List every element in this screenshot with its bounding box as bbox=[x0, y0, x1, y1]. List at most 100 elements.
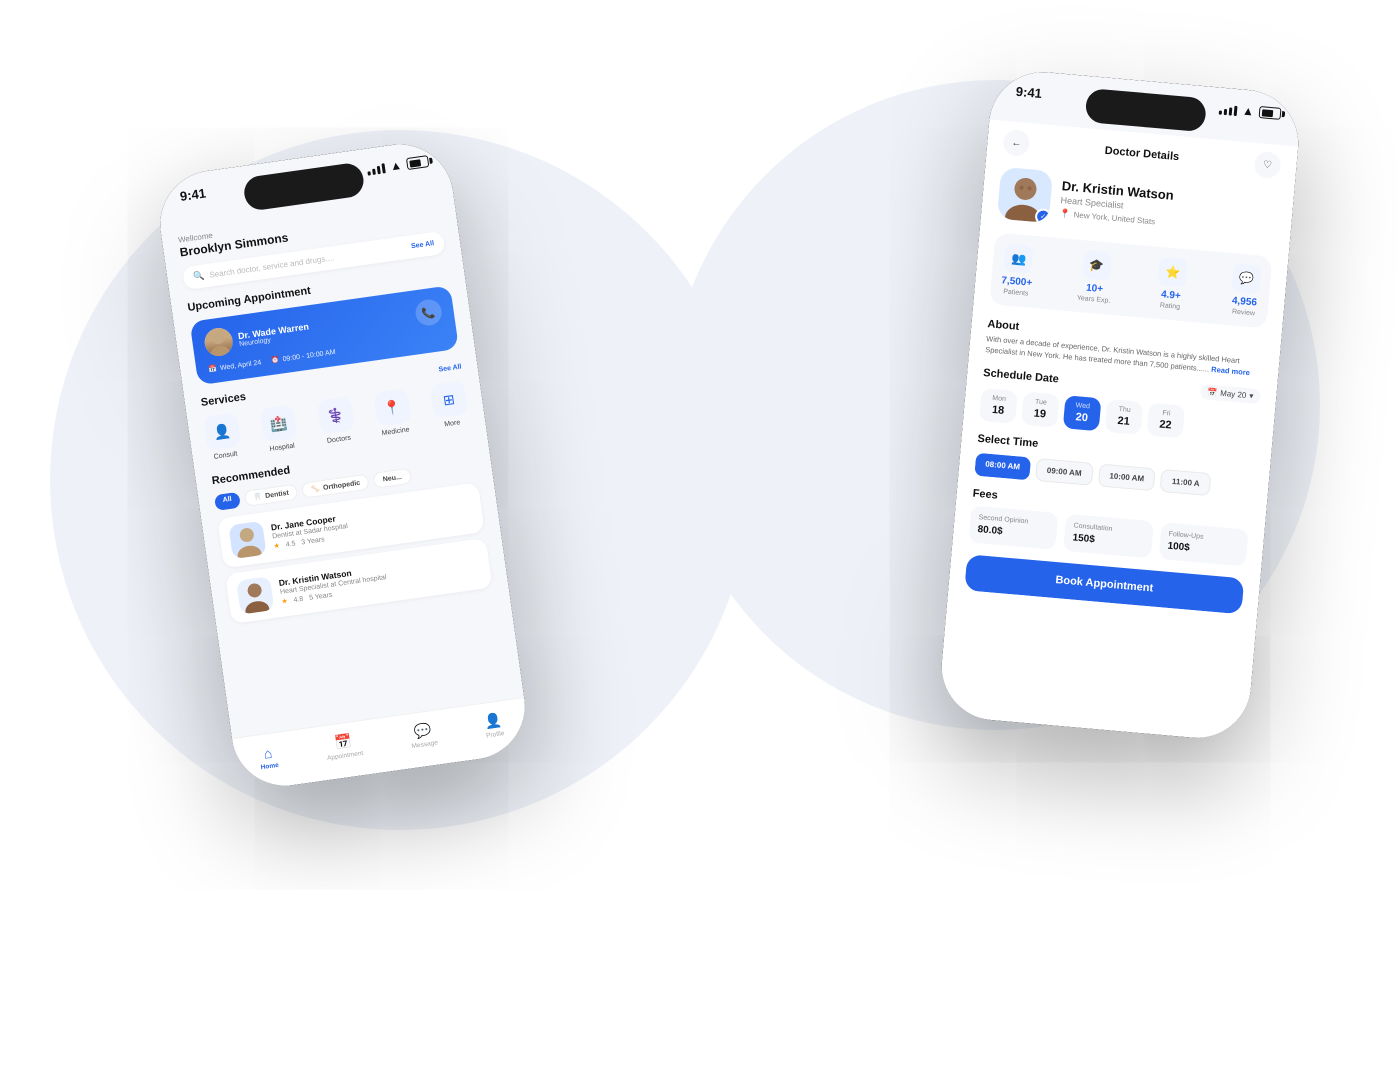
cal-day-mon[interactable]: Mon 18 bbox=[979, 388, 1018, 424]
experience-kristin: 5 Years bbox=[309, 591, 333, 601]
wifi-icon: ▲ bbox=[389, 158, 403, 174]
nav-appointment[interactable]: 📅 Appointment bbox=[324, 731, 364, 762]
service-consult[interactable]: 👤 Consult bbox=[203, 412, 243, 461]
signal-bars bbox=[366, 161, 385, 175]
left-status-time: 9:41 bbox=[179, 185, 207, 203]
filter-neu[interactable]: Neu... bbox=[373, 468, 412, 489]
apt-doc-text: Dr. Wade Warren Neurology bbox=[237, 321, 310, 348]
nav-home[interactable]: ⌂ Home bbox=[258, 744, 279, 771]
message-label: Message bbox=[411, 739, 438, 750]
phone-right-inner: 9:41 ▲ bbox=[937, 68, 1302, 743]
month-text: May 20 bbox=[1220, 389, 1247, 400]
left-screen-content: Wellcome Brooklyn Simmons 🔍 Search docto… bbox=[161, 189, 509, 626]
read-more-link[interactable]: Read more bbox=[1211, 364, 1250, 376]
cal-day-name-mon: Mon bbox=[992, 395, 1006, 403]
cal-day-fri[interactable]: Fri 22 bbox=[1146, 403, 1185, 439]
fee-consultation: Consultation 150$ bbox=[1063, 514, 1153, 558]
experience-jane: 3 Years bbox=[301, 536, 325, 546]
nav-message[interactable]: 💬 Message bbox=[409, 721, 439, 750]
nav-profile[interactable]: 👤 Profile bbox=[483, 711, 505, 739]
battery-fill bbox=[409, 159, 422, 168]
cal-day-num-mon: 18 bbox=[991, 404, 1004, 417]
fee-amount-1: 150$ bbox=[1072, 532, 1144, 549]
medicine-icon: 📍 bbox=[373, 388, 411, 426]
more-label: More bbox=[444, 419, 461, 428]
filter-dentist[interactable]: 🦷 Dentist bbox=[244, 484, 299, 507]
more-icon: ⊞ bbox=[430, 380, 468, 418]
r-bar-3 bbox=[1229, 107, 1233, 115]
stat-review-value: 4,956 bbox=[1231, 295, 1257, 308]
profile-label: Profile bbox=[486, 730, 505, 739]
calendar-icon: 📅 bbox=[1207, 388, 1218, 398]
schedule-title: Schedule Date bbox=[983, 366, 1060, 385]
time-slot-1000[interactable]: 10:00 AM bbox=[1097, 463, 1156, 491]
apt-call-btn[interactable]: 📞 bbox=[414, 298, 443, 327]
service-medicine[interactable]: 📍 Medicine bbox=[373, 388, 413, 437]
cal-day-num-wed: 20 bbox=[1075, 411, 1088, 424]
favorite-button[interactable]: ♡ bbox=[1253, 151, 1281, 179]
stat-patients-value: 7,500+ bbox=[1001, 275, 1033, 289]
stat-experience-label: Years Exp. bbox=[1077, 295, 1111, 305]
right-screen-content: ← Doctor Details ♡ bbox=[948, 120, 1298, 616]
stat-rating-value: 4.9+ bbox=[1161, 289, 1182, 302]
home-label: Home bbox=[260, 761, 279, 770]
right-wifi-icon: ▲ bbox=[1242, 104, 1255, 119]
service-doctors[interactable]: ⚕️ Doctors bbox=[316, 396, 356, 445]
time-slot-1100[interactable]: 11:00 A bbox=[1160, 469, 1212, 496]
cal-day-tue[interactable]: Tue 19 bbox=[1021, 392, 1060, 428]
search-icon: 🔍 bbox=[193, 270, 206, 282]
calendar-icon-small: 📅 bbox=[208, 365, 218, 374]
stat-patients: 👥 7,500+ Patients bbox=[1000, 243, 1035, 297]
doc-info-kristin: Dr. Kristin Watson Heart Specialist at C… bbox=[278, 550, 481, 606]
service-more[interactable]: ⊞ More bbox=[430, 380, 470, 429]
stat-patients-label: Patients bbox=[1003, 288, 1029, 297]
doc-profile-text: Dr. Kristin Watson Heart Specialist 📍 Ne… bbox=[1059, 178, 1174, 229]
r-bar-4 bbox=[1234, 106, 1238, 116]
doc-profile: ✓ Dr. Kristin Watson Heart Specialist 📍 … bbox=[997, 167, 1278, 243]
filter-orthopedic[interactable]: 🦴 Orthopedic bbox=[301, 474, 370, 499]
see-all-search[interactable]: See All bbox=[411, 240, 435, 250]
bar-4 bbox=[382, 163, 386, 173]
location-icon: 📍 bbox=[1059, 208, 1071, 220]
fee-second-opinion: Second Opinion 80.0$ bbox=[968, 505, 1058, 549]
clock-icon-small: ⏰ bbox=[270, 356, 280, 365]
services-title: Services bbox=[200, 391, 246, 409]
battery-icon bbox=[406, 155, 429, 170]
message-icon: 💬 bbox=[413, 721, 433, 740]
stat-experience: 🎓 10+ Years Exp. bbox=[1077, 250, 1115, 305]
cal-day-thu[interactable]: Thu 21 bbox=[1105, 399, 1144, 435]
doctors-icon: ⚕️ bbox=[316, 396, 354, 434]
stat-review: 💬 4,956 Review bbox=[1229, 263, 1261, 317]
cal-day-num-tue: 19 bbox=[1033, 408, 1046, 421]
cal-day-num-thu: 21 bbox=[1117, 415, 1130, 428]
right-status-time: 9:41 bbox=[1015, 84, 1042, 101]
see-all-services[interactable]: See All bbox=[438, 363, 462, 373]
review-icon: 💬 bbox=[1231, 263, 1261, 293]
filter-all[interactable]: All bbox=[214, 492, 241, 511]
stats-row: 👥 7,500+ Patients 🎓 10+ Years Exp. ⭐ 4.9… bbox=[989, 232, 1272, 328]
service-hospital[interactable]: 🏥 Hospital bbox=[260, 404, 300, 453]
stat-experience-value: 10+ bbox=[1086, 283, 1104, 295]
right-phone-screen: ← Doctor Details ♡ bbox=[937, 120, 1298, 743]
r-bar-1 bbox=[1219, 111, 1222, 115]
time-slot-0800[interactable]: 08:00 AM bbox=[974, 453, 1031, 481]
fee-follow-ups: Follow-Ups 100$ bbox=[1158, 522, 1248, 566]
recommended-title: Recommended bbox=[211, 464, 291, 487]
fee-amount-2: 100$ bbox=[1167, 541, 1239, 558]
cal-day-name-thu: Thu bbox=[1118, 406, 1131, 414]
time-slot-0900[interactable]: 09:00 AM bbox=[1035, 458, 1094, 486]
cal-day-wed[interactable]: Wed 20 bbox=[1063, 395, 1102, 431]
apt-avatar-inner bbox=[203, 326, 235, 358]
book-appointment-button[interactable]: Book Appointment bbox=[964, 554, 1244, 614]
rating-icon: ⭐ bbox=[1158, 257, 1188, 287]
medicine-label: Medicine bbox=[381, 426, 410, 437]
back-button[interactable]: ← bbox=[1002, 129, 1030, 157]
star-icon-jane: ★ bbox=[273, 542, 280, 551]
cal-day-name-fri: Fri bbox=[1162, 410, 1171, 418]
fee-amount-0: 80.0$ bbox=[977, 524, 1049, 541]
consult-label: Consult bbox=[213, 451, 237, 461]
dentist-icon: 🦷 bbox=[253, 493, 263, 502]
patients-icon: 👥 bbox=[1004, 243, 1034, 273]
month-picker[interactable]: 📅 May 20 ▾ bbox=[1200, 384, 1261, 404]
apt-doc-info: Dr. Wade Warren Neurology bbox=[203, 315, 311, 357]
